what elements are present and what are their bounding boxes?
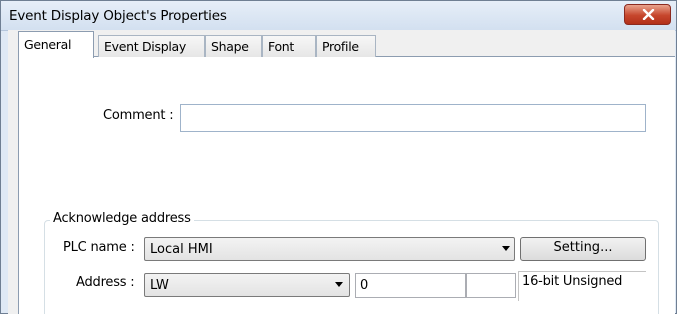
acknowledge-address-legend: Acknowledge address — [50, 211, 194, 226]
tab-label: Shape — [211, 39, 249, 54]
title-bar[interactable]: Event Display Object's Properties — [1, 1, 676, 31]
address-device-value: LW — [150, 278, 169, 293]
setting-button[interactable]: Setting... — [520, 237, 646, 261]
plc-name-label: PLC name : — [63, 240, 135, 255]
plc-name-value: Local HMI — [150, 242, 213, 257]
close-button[interactable] — [624, 4, 671, 25]
address-label: Address : — [76, 275, 135, 290]
address-extra-input[interactable] — [466, 273, 516, 298]
address-value-input[interactable]: 0 — [355, 273, 466, 298]
tab-label: Font — [268, 39, 295, 54]
window-title: Event Display Object's Properties — [9, 8, 227, 24]
tab-font[interactable]: Font — [262, 35, 316, 57]
setting-button-label: Setting... — [553, 240, 613, 255]
tab-label: General — [24, 37, 72, 52]
comment-input[interactable] — [180, 104, 646, 132]
tab-general[interactable]: General — [18, 31, 94, 58]
address-device-select[interactable]: LW — [144, 273, 350, 297]
data-type-label: 16-bit Unsigned — [522, 274, 623, 289]
tab-event-display[interactable]: Event Display — [98, 35, 205, 57]
tab-label: Profile — [322, 39, 359, 54]
comment-label: Comment : — [103, 108, 174, 123]
plc-name-select[interactable]: Local HMI — [144, 237, 515, 261]
close-icon — [642, 9, 655, 20]
chevron-down-icon — [335, 282, 343, 287]
tab-shape[interactable]: Shape — [205, 35, 262, 57]
tab-label: Event Display — [104, 39, 186, 54]
tab-profile[interactable]: Profile — [316, 35, 376, 57]
chevron-down-icon — [502, 246, 510, 251]
